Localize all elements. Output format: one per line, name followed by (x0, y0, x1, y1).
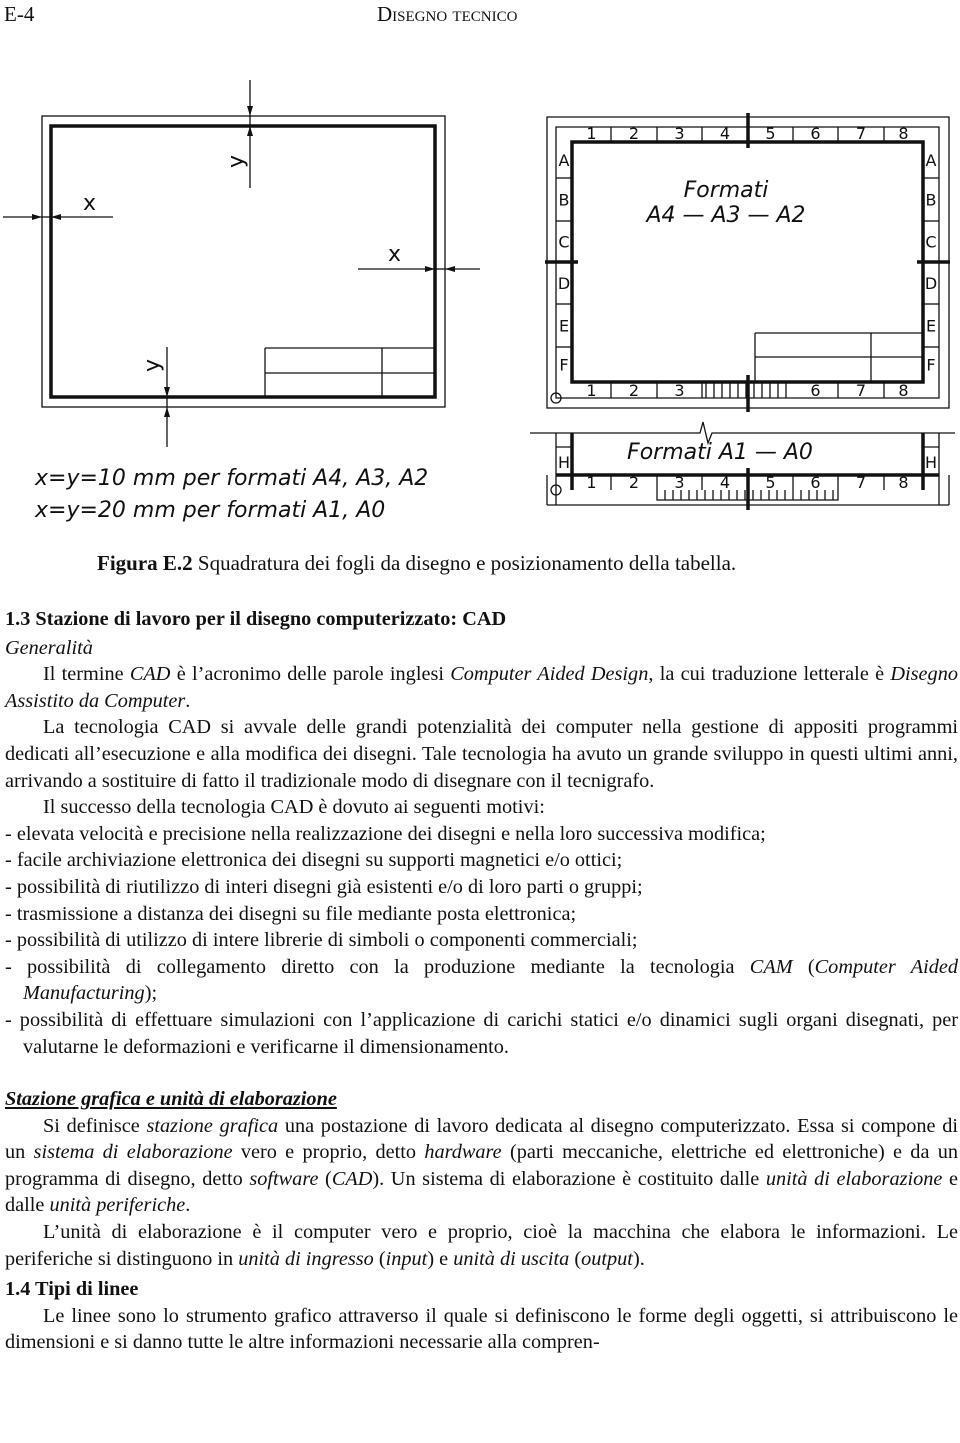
format-note-1: x=y=10 mm per formati A4, A3, A2 (34, 466, 428, 491)
grid-column-label: 5 (765, 124, 775, 143)
grid-row-label: E (559, 317, 569, 336)
grid-column-label: 7 (856, 381, 866, 400)
list-item: - possibilità di riutilizzo di interi di… (5, 875, 643, 898)
grid-column-label: 5 (765, 473, 775, 492)
grid-column-label: 4 (720, 124, 730, 143)
grid-column-label: 8 (898, 473, 908, 492)
grid-row-label: A (926, 151, 937, 170)
body-text: 1.3 Stazione di lavoro per il disegno co… (5, 606, 958, 1356)
grid-row-label: B (559, 191, 570, 210)
grid-row-label: A (559, 151, 570, 170)
document-page: E-4 Disegno tecnico x x y y x=y=10 mm pe… (0, 0, 960, 1443)
caption-label: Figura E.2 (97, 551, 193, 575)
grid-column-label: 1 (586, 473, 596, 492)
grid-column-label: 2 (629, 381, 639, 400)
dim-y-label: y (140, 359, 165, 372)
paragraph: La tecnologia CAD si avvale delle grandi… (5, 716, 958, 792)
list-item: - trasmissione a distanza dei disegni su… (5, 902, 577, 925)
grid-row-label: E (926, 317, 936, 336)
grid-column-label: 6 (810, 473, 820, 492)
grid-column-label: 3 (674, 381, 684, 400)
section-title: 1.4 Tipi di linee (5, 1278, 139, 1301)
grid-column-label: 4 (720, 473, 730, 492)
left-sheet-drawing (3, 80, 480, 447)
dim-x-label: x (83, 191, 96, 216)
list-item: - possibilità di utilizzo di intere libr… (5, 929, 638, 952)
figure-sheet-borders: x x y y x=y=10 mm per formati A4, A3, A2… (3, 80, 955, 523)
grid-row-label: C (558, 233, 569, 252)
grid-row-label: B (926, 191, 937, 210)
grid-column-label: 2 (629, 473, 639, 492)
grid-column-label: 6 (810, 124, 820, 143)
paragraph: Il successo della tecnologia CAD è dovut… (43, 796, 545, 819)
grid-row-label: F (559, 356, 568, 375)
dim-x-label: x (388, 242, 401, 267)
paragraph: Si definisce stazione grafica una postaz… (5, 1114, 958, 1217)
list-item: - possibilità di effettuare simulazioni … (5, 1008, 958, 1058)
grid-column-label: 7 (856, 124, 866, 143)
grid-column-label: 7 (856, 473, 866, 492)
grid-column-label: 8 (898, 124, 908, 143)
paragraph: Il termine CAD è l’acronimo delle parole… (5, 663, 958, 712)
grid-column-label: 2 (629, 124, 639, 143)
grid-column-label: 8 (898, 381, 908, 400)
centering-mark (545, 113, 950, 412)
list-item: - possibilità di collegamento diretto co… (5, 955, 959, 1005)
caption-text: Squadratura dei fogli da disegno e posiz… (192, 551, 737, 575)
grid-row-label: H (925, 453, 937, 472)
grid-column-label: 3 (674, 473, 684, 492)
list-item: - elevata velocità e precisione nella re… (5, 822, 766, 845)
grid-column-label: 3 (674, 124, 684, 143)
grid-column-label: 1 (586, 381, 596, 400)
grid-row-label: C (925, 233, 936, 252)
grid-row-label: H (558, 453, 570, 472)
section-title: 1.3 Stazione di lavoro per il disegno co… (5, 608, 507, 630)
format-title: Formati (684, 178, 769, 203)
grid-row-label: D (558, 274, 570, 293)
figure-caption: Figura E.2 Squadratura dei fogli da dise… (97, 551, 736, 576)
paragraph: L’unità di elaborazione è il computer ve… (5, 1221, 958, 1270)
grid-column-label: 6 (810, 381, 820, 400)
list-item: - facile archiviazione elettronica dei d… (5, 849, 623, 872)
format-title: A4 — A3 — A2 (644, 203, 805, 228)
paragraph: Le linee sono lo strumento grafico attra… (5, 1304, 958, 1354)
dim-y-label: y (224, 155, 249, 168)
subsection-title: Stazione grafica e unità di elaborazione (5, 1088, 337, 1111)
grid-row-label: F (926, 356, 935, 375)
sheet-edge (546, 116, 950, 409)
format-note-2: x=y=20 mm per formati A1, A0 (34, 498, 385, 523)
format-title: Formati A1 — A0 (627, 440, 813, 465)
grid-row-label: D (925, 274, 937, 293)
title-block (754, 332, 923, 382)
grid-column-label: 1 (586, 124, 596, 143)
subsection-title: Generalità (5, 636, 93, 659)
